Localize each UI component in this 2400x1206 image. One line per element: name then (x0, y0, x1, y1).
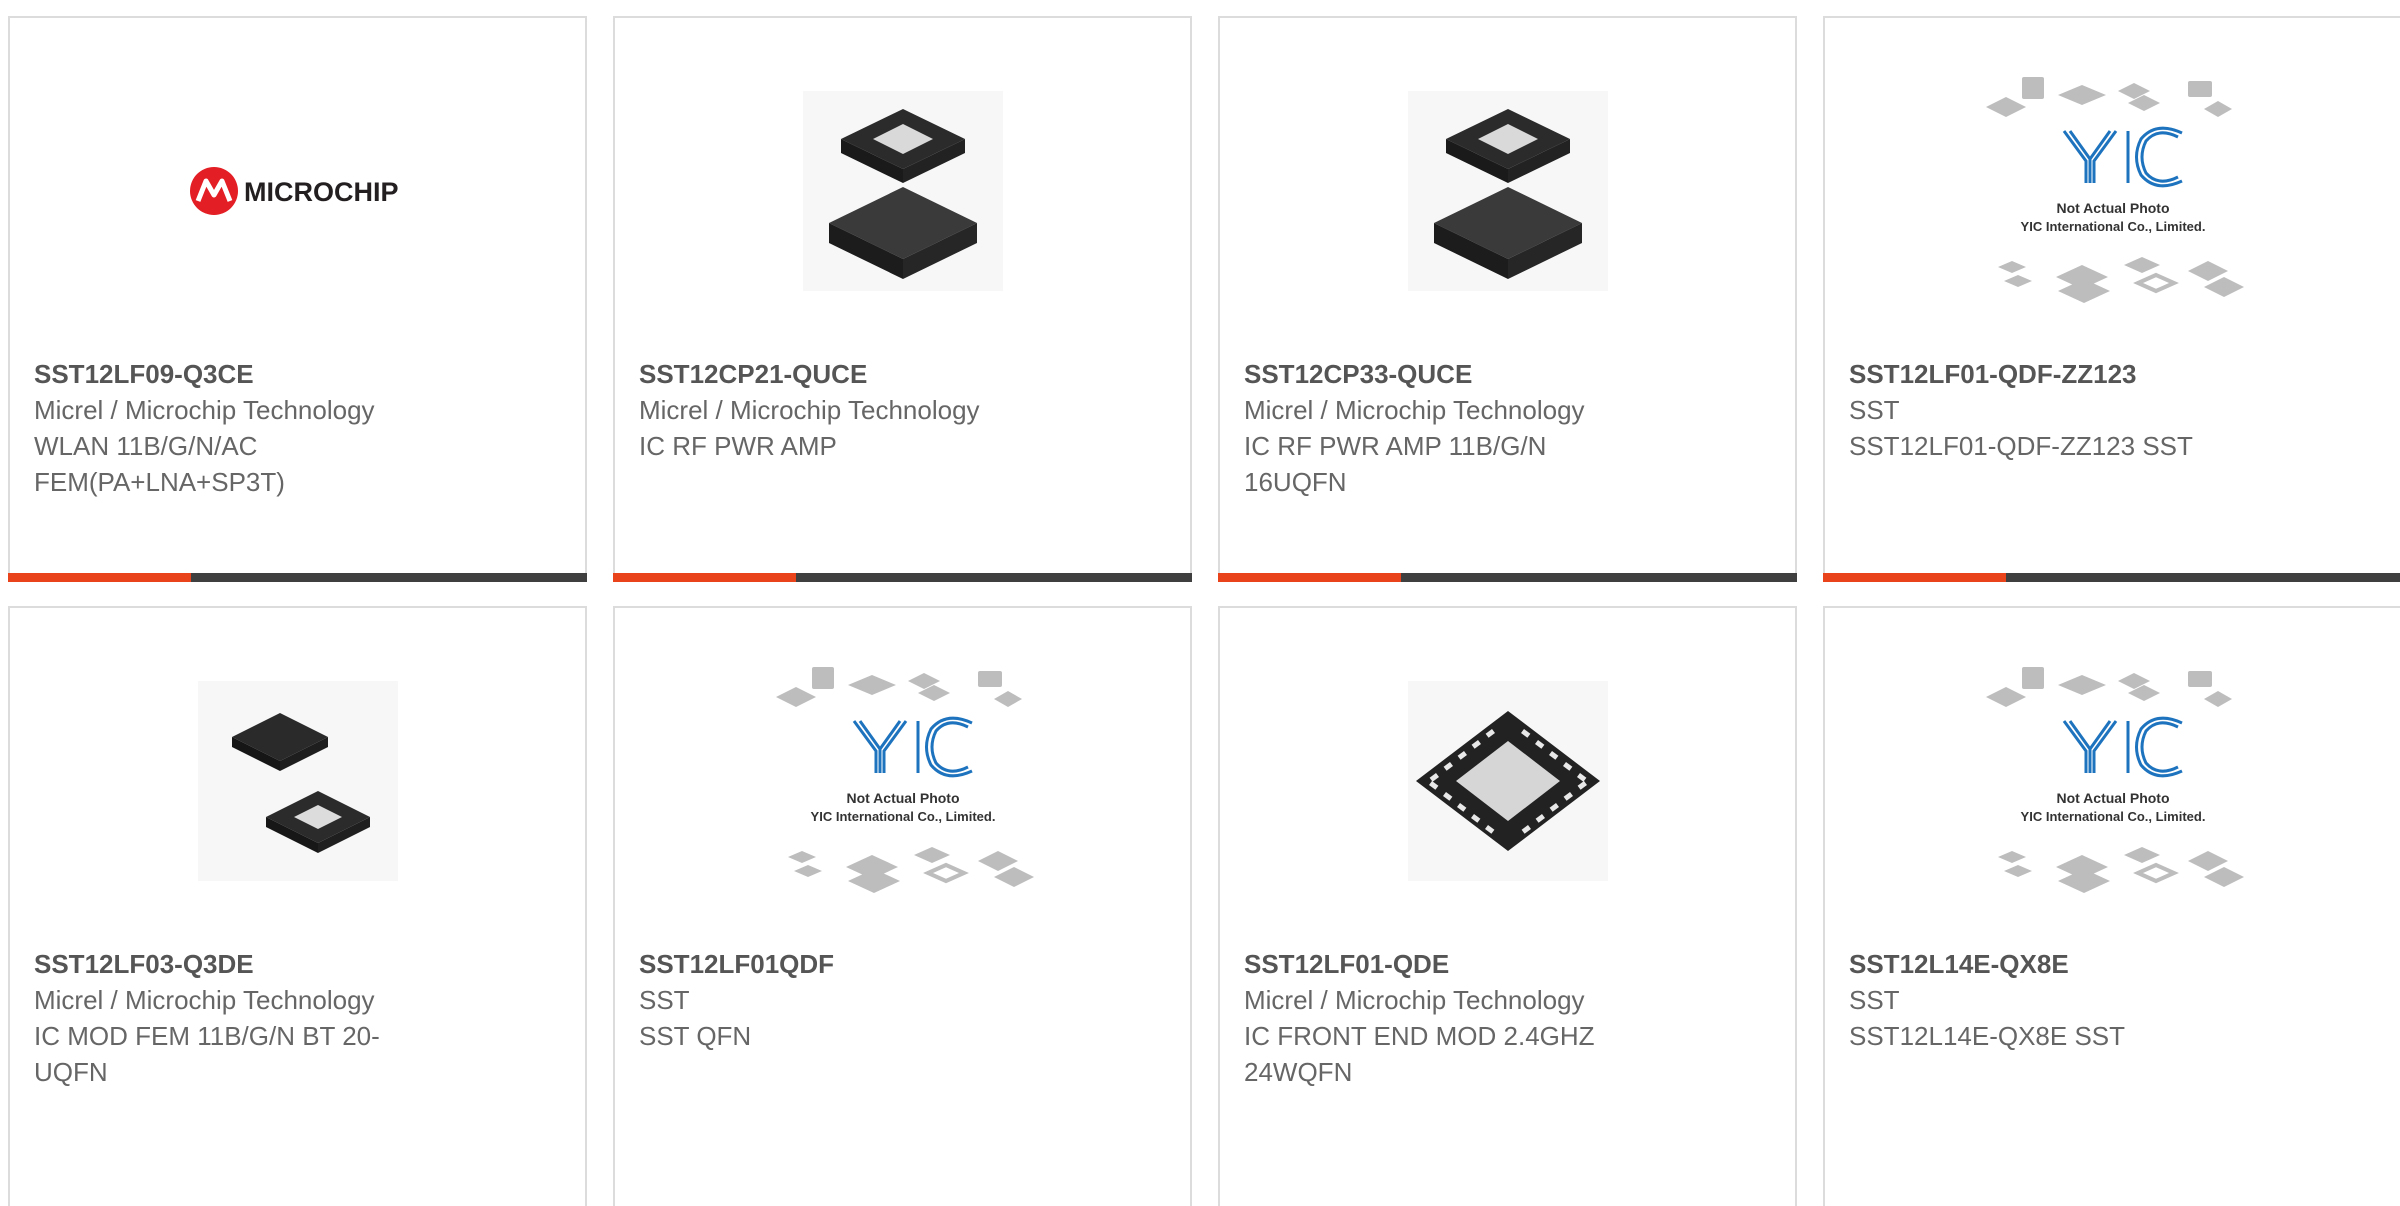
card-accent-bar (1823, 573, 2006, 582)
product-image[interactable]: Not Actual Photo YIC International Co., … (615, 658, 1190, 904)
product-image[interactable] (1220, 68, 1795, 314)
description-line-1: SST12L14E-QX8E SST (1849, 1021, 2126, 1051)
manufacturer: SST (1849, 985, 1900, 1015)
wqfn-chip-icon (1407, 681, 1608, 881)
product-image[interactable]: MICROCHIP (10, 68, 585, 314)
manufacturer: Micrel / Microchip Technology (639, 395, 980, 425)
product-image[interactable]: Not Actual Photo YIC International Co., … (1825, 658, 2400, 904)
not-actual-photo-text: Not Actual Photo (2056, 200, 2169, 216)
product-info: SST12LF03-Q3DE Micrel / Microchip Techno… (34, 946, 561, 1090)
product-grid: MICROCHIP SST12LF09-Q3CE Micrel / Microc… (8, 16, 2400, 1206)
not-actual-photo-text: Not Actual Photo (2056, 790, 2169, 806)
description-line-1: WLAN 11B/G/N/AC (34, 431, 258, 461)
product-card[interactable]: SST12CP33-QUCE Micrel / Microchip Techno… (1218, 16, 1797, 582)
product-card[interactable]: SST12LF01-QDE Micrel / Microchip Technol… (1218, 606, 1797, 1206)
product-info: SST12CP21-QUCE Micrel / Microchip Techno… (639, 356, 1166, 464)
qfn-chip-icon (802, 91, 1003, 291)
product-info: SST12LF01QDF SST SST QFN (639, 946, 1166, 1054)
part-number[interactable]: SST12LF01-QDE (1244, 946, 1771, 982)
microchip-logo-text: MICROCHIP (244, 177, 399, 207)
description-line-1: SST12LF01-QDF-ZZ123 SST (1849, 431, 2193, 461)
product-card[interactable]: Not Actual Photo YIC International Co., … (613, 606, 1192, 1206)
not-actual-photo-icon: Not Actual Photo YIC International Co., … (1985, 77, 2244, 303)
manufacturer: SST (639, 985, 690, 1015)
not-actual-photo-text: Not Actual Photo (846, 790, 959, 806)
product-image[interactable]: Not Actual Photo YIC International Co., … (1825, 68, 2400, 314)
product-card[interactable]: Not Actual Photo YIC International Co., … (1823, 16, 2400, 582)
description-line-1: IC RF PWR AMP 11B/G/N (1244, 431, 1547, 461)
description-line-2: FEM(PA+LNA+SP3T) (34, 467, 285, 497)
part-number[interactable]: SST12L14E-QX8E (1849, 946, 2376, 982)
manufacturer: SST (1849, 395, 1900, 425)
part-number[interactable]: SST12LF09-Q3CE (34, 356, 561, 392)
description-line-1: IC FRONT END MOD 2.4GHZ (1244, 1021, 1595, 1051)
manufacturer: Micrel / Microchip Technology (1244, 985, 1585, 1015)
part-number[interactable]: SST12LF03-Q3DE (34, 946, 561, 982)
card-accent-bar (613, 573, 796, 582)
product-info: SST12L14E-QX8E SST SST12L14E-QX8E SST (1849, 946, 2376, 1054)
not-actual-photo-icon: Not Actual Photo YIC International Co., … (1985, 667, 2244, 893)
product-image[interactable] (615, 68, 1190, 314)
part-number[interactable]: SST12LF01QDF (639, 946, 1166, 982)
part-number[interactable]: SST12LF01-QDF-ZZ123 (1849, 356, 2376, 392)
card-accent-bar (1218, 573, 1401, 582)
qfn-chip-icon (1407, 91, 1608, 291)
product-card[interactable]: MICROCHIP SST12LF09-Q3CE Micrel / Microc… (8, 16, 587, 582)
card-accent-bar (8, 573, 191, 582)
two-chip-icon (197, 681, 398, 881)
product-info: SST12LF01-QDF-ZZ123 SST SST12LF01-QDF-ZZ… (1849, 356, 2376, 464)
product-image[interactable] (1220, 658, 1795, 904)
product-card[interactable]: SST12CP21-QUCE Micrel / Microchip Techno… (613, 16, 1192, 582)
yic-company-text: YIC International Co., Limited. (810, 809, 995, 824)
description-line-2: 16UQFN (1244, 467, 1347, 497)
product-info: SST12LF09-Q3CE Micrel / Microchip Techno… (34, 356, 561, 500)
part-number[interactable]: SST12CP33-QUCE (1244, 356, 1771, 392)
description-line-1: IC RF PWR AMP (639, 431, 837, 461)
description-line-2: UQFN (34, 1057, 108, 1087)
not-actual-photo-icon: Not Actual Photo YIC International Co., … (775, 667, 1034, 893)
product-card[interactable]: Not Actual Photo YIC International Co., … (1823, 606, 2400, 1206)
product-info: SST12CP33-QUCE Micrel / Microchip Techno… (1244, 356, 1771, 500)
description-line-2: 24WQFN (1244, 1057, 1353, 1087)
yic-company-text: YIC International Co., Limited. (2020, 809, 2205, 824)
manufacturer: Micrel / Microchip Technology (34, 395, 375, 425)
card-bottom-bar (613, 573, 1192, 582)
product-info: SST12LF01-QDE Micrel / Microchip Technol… (1244, 946, 1771, 1090)
card-bottom-bar (1823, 573, 2400, 582)
part-number[interactable]: SST12CP21-QUCE (639, 356, 1166, 392)
description-line-1: SST QFN (639, 1021, 752, 1051)
yic-company-text: YIC International Co., Limited. (2020, 219, 2205, 234)
card-bottom-bar (8, 573, 587, 582)
manufacturer: Micrel / Microchip Technology (1244, 395, 1585, 425)
manufacturer: Micrel / Microchip Technology (34, 985, 375, 1015)
product-card[interactable]: SST12LF03-Q3DE Micrel / Microchip Techno… (8, 606, 587, 1206)
description-line-1: IC MOD FEM 11B/G/N BT 20- (34, 1021, 380, 1051)
microchip-logo-icon: MICROCHIP (189, 167, 399, 215)
card-bottom-bar (1218, 573, 1797, 582)
product-image[interactable] (10, 658, 585, 904)
